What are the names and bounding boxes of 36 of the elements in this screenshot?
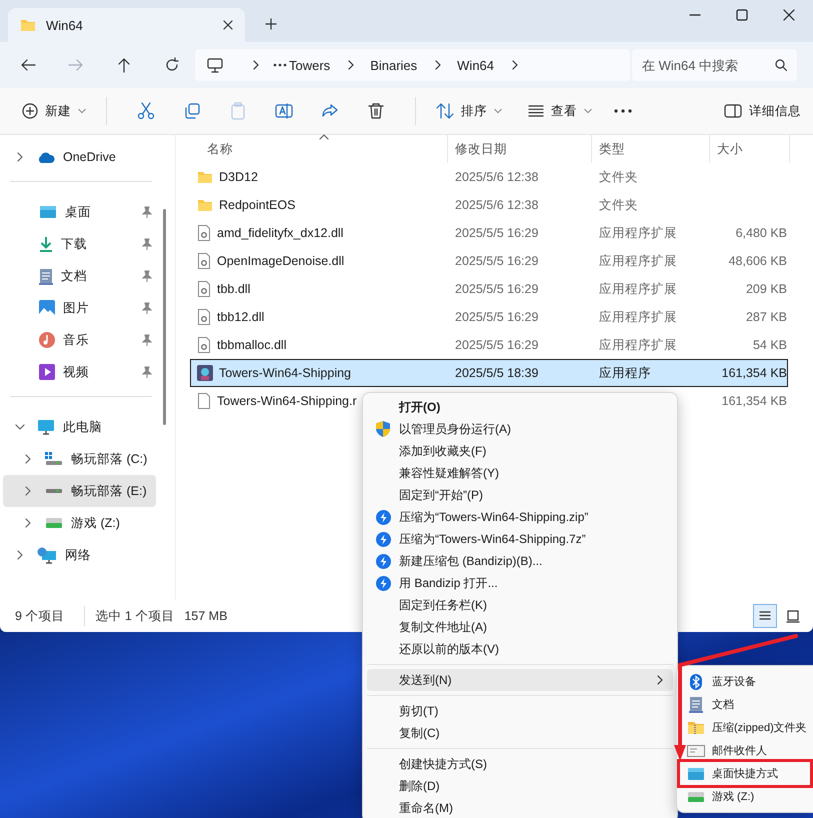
file-name: tbb.dll bbox=[217, 282, 250, 296]
file-name: D3D12 bbox=[219, 170, 258, 184]
type-cell-text: 应用程序扩展 bbox=[598, 336, 678, 354]
selection-size: 157 MB bbox=[184, 609, 228, 623]
type-cell-text: 应用程序扩展 bbox=[598, 224, 678, 242]
size-cell-text: 48,606 KB bbox=[728, 254, 788, 268]
file-name: tbbmalloc.dll bbox=[217, 338, 286, 352]
type-cell-text: 应用程序扩展 bbox=[598, 252, 678, 270]
file-name: OpenImageDenoise.dll bbox=[217, 254, 344, 268]
file-name: Towers-Win64-Shipping.r bbox=[217, 394, 357, 408]
file-name: tbb12.dll bbox=[217, 310, 264, 324]
file-name: Towers-Win64-Shipping bbox=[219, 366, 352, 380]
date-cell-text: 2025/5/5 16:29 bbox=[454, 310, 540, 324]
date-cell-text: 2025/5/5 16:29 bbox=[454, 282, 540, 296]
date-cell-text: 2025/5/6 12:38 bbox=[454, 170, 540, 184]
size-cell-text: 209 KB bbox=[744, 282, 788, 296]
tab-title: Win64 bbox=[46, 18, 84, 32]
size-cell-text: 161,354 KB bbox=[720, 366, 788, 380]
type-cell-text: 文件夹 bbox=[598, 168, 639, 186]
type-cell-text: 文件夹 bbox=[598, 196, 639, 214]
file-name: RedpointEOS bbox=[219, 198, 296, 212]
type-cell-text: 应用程序扩展 bbox=[598, 308, 678, 326]
item-count: 9 个项目 bbox=[15, 608, 64, 624]
date-cell-text: 2025/5/6 12:38 bbox=[454, 198, 540, 212]
type-cell-text: 应用程序扩展 bbox=[598, 280, 678, 298]
date-cell-text: 2025/5/5 16:29 bbox=[454, 254, 540, 268]
size-cell-text: 287 KB bbox=[744, 310, 788, 324]
type-cell-text: 应用程序 bbox=[598, 364, 652, 382]
size-cell-text: 54 KB bbox=[752, 338, 788, 352]
file-name: amd_fidelityfx_dx12.dll bbox=[217, 226, 344, 240]
date-cell-text: 2025/5/5 16:29 bbox=[454, 226, 540, 240]
date-cell-text: 2025/5/5 16:29 bbox=[454, 338, 540, 352]
date-cell-text: 2025/5/5 18:39 bbox=[454, 366, 540, 380]
size-cell-text: 6,480 KB bbox=[734, 226, 788, 240]
size-cell-text: 161,354 KB bbox=[720, 394, 788, 408]
selection-count: 选中 1 个项目 bbox=[95, 608, 174, 624]
